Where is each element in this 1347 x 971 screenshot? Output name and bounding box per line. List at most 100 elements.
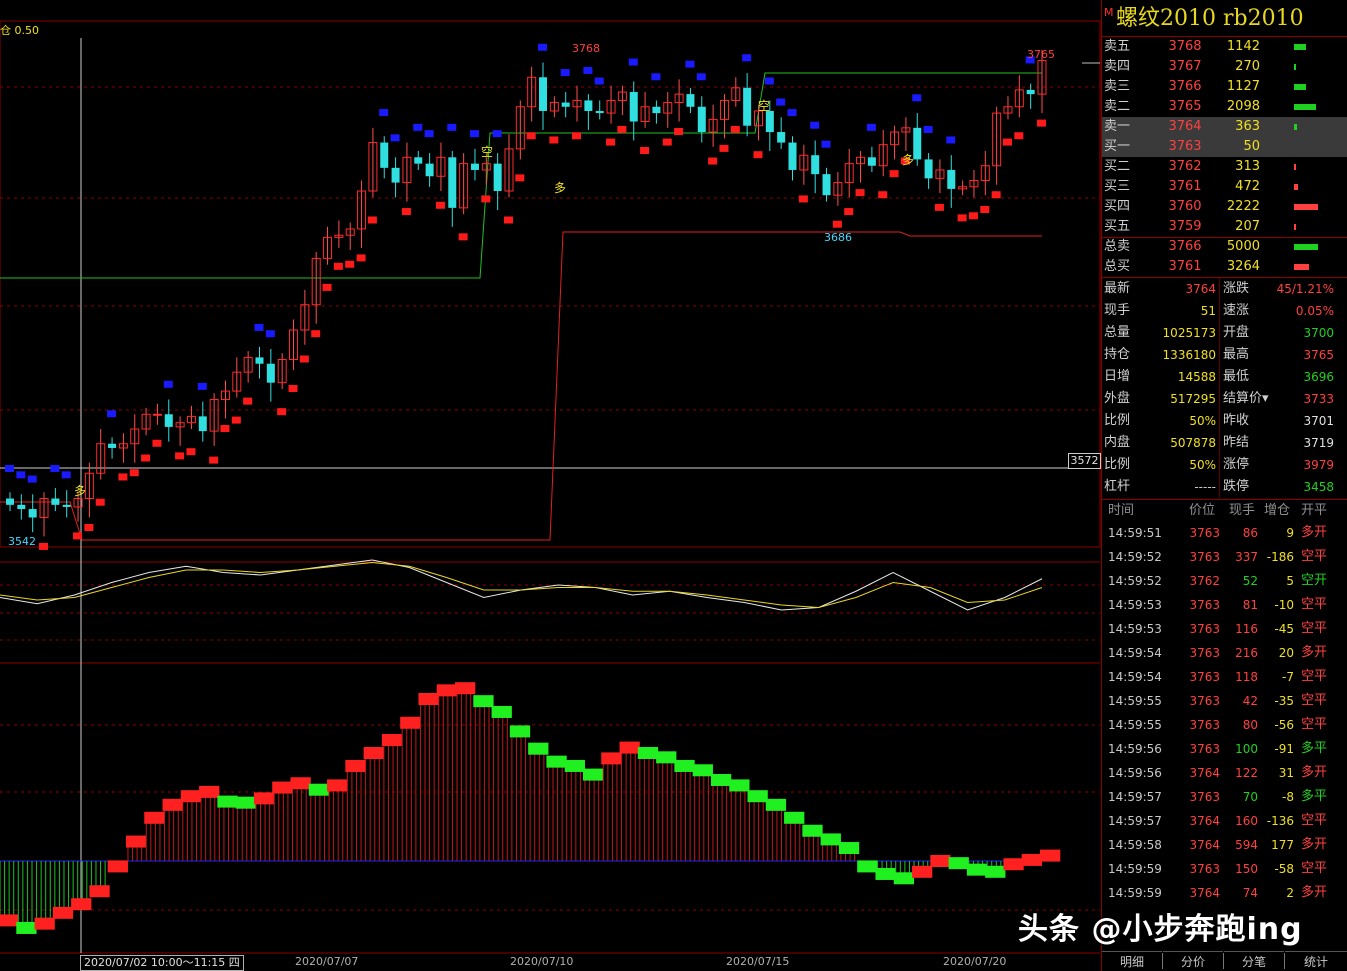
date-label: 2020/07/20 <box>943 955 1007 968</box>
tick-price: 3763 <box>1189 718 1220 732</box>
tab-trades[interactable]: 分笔 <box>1224 951 1284 971</box>
macd-signal-block <box>564 759 585 772</box>
orderbook-level: 买三 <box>1104 179 1131 194</box>
tick-row[interactable]: 14:59:53 3763 81 -10 空平 <box>1102 593 1347 617</box>
tick-row[interactable]: 14:59:54 3763 216 20 多开 <box>1102 641 1347 665</box>
candle-body <box>493 163 502 192</box>
tick-row[interactable]: 14:59:52 3763 337 -186 空平 <box>1102 545 1347 569</box>
tick-row[interactable]: 14:59:51 3763 86 9 多开 <box>1102 521 1347 545</box>
macd-signal-block <box>765 798 787 811</box>
tick-price: 3764 <box>1189 766 1220 780</box>
macd-signal-block <box>912 865 933 878</box>
trend-marker <box>674 128 684 136</box>
candle-body <box>108 443 117 448</box>
contract-title[interactable]: M 螺纹2010 rb2010 <box>1102 2 1347 36</box>
trend-marker <box>163 380 173 388</box>
tick-delta: -10 <box>1274 598 1294 612</box>
orderbook-row[interactable]: 买二 3762 313 <box>1102 157 1347 177</box>
macd-signal-block <box>692 764 713 777</box>
orderbook-level: 卖三 <box>1104 79 1131 94</box>
orderbook-row[interactable]: 卖二 3765 2098 <box>1102 97 1347 117</box>
trend-marker <box>912 94 922 102</box>
orderbook-row[interactable]: 买五 3759 207 <box>1102 217 1347 237</box>
orderbook-price: 3761 <box>1168 179 1202 194</box>
orderbook-row[interactable]: 卖三 3766 1127 <box>1102 77 1347 97</box>
candle-body <box>17 504 26 510</box>
stat-label: 比例 <box>1104 413 1131 428</box>
candle-body <box>414 157 423 164</box>
tick-price: 3762 <box>1189 574 1220 588</box>
macd-signal-block <box>875 867 896 880</box>
tick-delta: -186 <box>1266 550 1294 564</box>
trend-marker <box>152 439 162 447</box>
trend-marker <box>231 416 241 424</box>
ticks-header-kind: 开平 <box>1301 503 1328 518</box>
tick-delta: 177 <box>1271 838 1294 852</box>
trend-marker <box>288 384 298 392</box>
macd-signal-block <box>107 860 128 873</box>
kline-chart-svg[interactable]: 仓 0.50 3768 3765 3686 3542 多 空 多 空 多 <box>0 0 1101 971</box>
total-label: 总买 <box>1104 259 1131 274</box>
trend-marker <box>1037 119 1046 127</box>
tick-row[interactable]: 14:59:57 3764 160 -136 空平 <box>1102 809 1347 833</box>
kline-chart-area[interactable]: 仓 0.50 3768 3765 3686 3542 多 空 多 空 多 357… <box>0 0 1101 971</box>
orderbook-row[interactable]: 卖四 3767 270 <box>1102 57 1347 77</box>
trend-marker <box>413 123 423 131</box>
tick-row[interactable]: 14:59:53 3763 116 -45 空平 <box>1102 617 1347 641</box>
tick-row[interactable]: 14:59:59 3763 150 -58 空平 <box>1102 857 1347 881</box>
tick-row[interactable]: 14:59:58 3764 594 177 多开 <box>1102 833 1347 857</box>
trend-marker <box>923 125 933 133</box>
candle-body <box>697 106 706 133</box>
tick-row[interactable]: 14:59:57 3763 70 -8 多平 <box>1102 785 1347 809</box>
trend-marker <box>367 216 377 224</box>
trend-marker <box>299 355 309 363</box>
signal-long-1: 多 <box>74 484 86 498</box>
macd-signal-block <box>125 835 147 848</box>
tick-row[interactable]: 14:59:59 3764 74 2 多开 <box>1102 881 1347 905</box>
signal-long-3: 多 <box>902 153 914 167</box>
trend-marker <box>662 138 672 146</box>
trend-marker <box>5 465 14 473</box>
tick-row[interactable]: 14:59:54 3763 118 -7 空平 <box>1102 665 1347 689</box>
macd-signal-block <box>966 863 988 876</box>
stat-value: 1025173 <box>1162 326 1216 340</box>
macd-signal-block <box>674 759 695 772</box>
tick-row[interactable]: 14:59:52 3762 52 5 空开 <box>1102 569 1347 593</box>
macd-signal-block <box>162 798 183 811</box>
tab-price-dist[interactable]: 分价 <box>1163 951 1223 971</box>
trend-marker <box>209 456 219 464</box>
tick-price: 3764 <box>1189 814 1220 828</box>
crosshair-date-range: 2020/07/02 10:00～11:15 四 <box>80 955 244 971</box>
stat-label: 比例 <box>1104 457 1131 472</box>
tick-row[interactable]: 14:59:55 3763 80 -56 空平 <box>1102 713 1347 737</box>
tick-time: 14:59:58 <box>1108 838 1162 852</box>
tick-row[interactable]: 14:59:55 3763 42 -35 空平 <box>1102 689 1347 713</box>
tick-time: 14:59:54 <box>1108 646 1162 660</box>
orderbook-row[interactable]: 卖一 3764 363 <box>1102 117 1347 137</box>
tick-kind: 空平 <box>1301 717 1328 732</box>
orderbook-volume-bar <box>1294 204 1318 210</box>
tab-detail[interactable]: 明细 <box>1102 951 1162 971</box>
orderbook-row[interactable]: 买三 3761 472 <box>1102 177 1347 197</box>
candle-body <box>595 110 604 114</box>
tick-volume: 150 <box>1235 862 1258 876</box>
trend-marker <box>345 260 355 268</box>
macd-signal-block <box>893 872 915 885</box>
tab-statistics[interactable]: 统计 <box>1285 951 1347 971</box>
tick-volume: 86 <box>1242 526 1258 540</box>
orderbook-volume: 270 <box>1235 59 1260 74</box>
tick-price: 3763 <box>1189 622 1220 636</box>
macd-signal-block <box>16 921 37 934</box>
macd-signal-block <box>272 781 293 794</box>
tick-row[interactable]: 14:59:56 3763 100 -91 多平 <box>1102 737 1347 761</box>
orderbook-price: 3763 <box>1168 139 1202 154</box>
orderbook-price: 3759 <box>1168 219 1202 234</box>
tick-price: 3763 <box>1189 790 1220 804</box>
stat-label: 杠杆 <box>1104 479 1131 494</box>
orderbook-row[interactable]: 买一 3763 50 <box>1102 137 1347 157</box>
orderbook-row[interactable]: 买四 3760 2222 <box>1102 197 1347 217</box>
tick-kind: 空开 <box>1301 573 1328 588</box>
tick-row[interactable]: 14:59:56 3764 122 31 多开 <box>1102 761 1347 785</box>
orderbook-row[interactable]: 卖五 3768 1142 <box>1102 37 1347 57</box>
tick-kind: 多开 <box>1301 645 1328 660</box>
